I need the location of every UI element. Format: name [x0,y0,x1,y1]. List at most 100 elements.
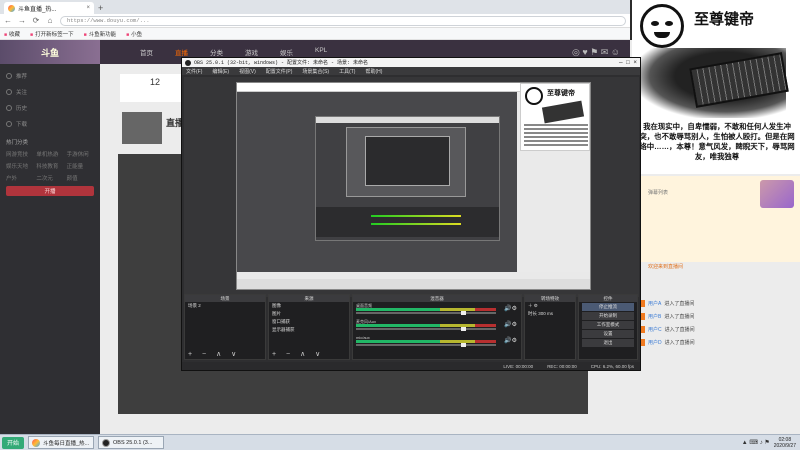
speaker-icon[interactable]: 🔊⚙ [504,305,517,312]
keyboard-icon [541,100,585,124]
sidebar-item-recommend[interactable]: 推荐 [6,68,94,84]
panda-face-icon [525,87,543,105]
chat-username[interactable]: 用户D [648,339,662,346]
system-tray: ▲ ⌨ ♪ ⚑ 02:08 2020/9/27 [742,437,800,449]
menu-file[interactable]: 文件(F) [186,68,202,75]
chat-system-message: 欢迎来到直播间 [648,264,684,270]
chat-username[interactable]: 用户B [648,313,661,320]
clock-date: 2020/9/27 [773,442,796,449]
clock[interactable]: 02:08 2020/9/27 [774,437,796,449]
nested-meter [371,223,461,225]
duration-label: 时长 [528,311,537,316]
start-broadcast-button[interactable]: 开播 [6,186,94,196]
category-link[interactable]: 科技教育 [36,162,63,170]
chat-message: 进入了直播间 [664,313,695,320]
source-item[interactable]: 图像 [269,302,349,310]
panda-face-icon [640,4,684,48]
room-thumbnail[interactable] [122,112,162,144]
nav-home[interactable]: 首页 [140,47,153,57]
room-count: 12 [150,77,161,87]
obs-icon [102,438,110,447]
category-link[interactable]: 户外 [6,174,33,182]
start-button[interactable]: 开始 [2,436,24,449]
transition-add[interactable]: ＋ ⚙ [525,302,575,310]
nav-entertainment[interactable]: 娱乐 [280,47,293,57]
obs-titlebar[interactable]: OBS 25.0.1 (32-bit, windows) - 配置文件: 未命名… [182,58,640,67]
sidebar-item-download[interactable]: 下载 [6,116,94,132]
meme-overlay: 至尊键帝 我在现实中，自卑懦弱，不敢和任何人发生冲突，也不敢辱骂别人，生怕被人殴… [632,0,800,174]
volume-slider[interactable] [356,327,496,331]
back-icon[interactable]: ← [4,16,12,25]
sources-dock: 来源 图像 图片 窗口捕获 显示器捕获 + − ∧ ∨ [268,294,350,360]
category-link[interactable]: 手游休闲 [67,150,94,158]
sidebar-item-history[interactable]: 历史 [6,100,94,116]
sidebar-item-follow[interactable]: 关注 [6,84,94,100]
header-icons[interactable]: ◎ ♥ ⚑ ✉ ☺ [572,47,630,58]
chat-username[interactable]: 用户A [648,300,661,307]
transition-duration[interactable]: 时长 300 ms [525,310,575,318]
cpu-fps: CPU: 6.2%, 60.00 fps [590,363,634,369]
close-tab-icon[interactable]: × [86,5,90,11]
menu-profile[interactable]: 配置文件(P) [266,68,293,75]
sidebar-section-title: 热门分类 [6,140,29,146]
tray-icons[interactable]: ▲ ⌨ ♪ ⚑ [742,439,770,446]
exit-button[interactable]: 退出 [582,339,634,347]
gift-badge[interactable] [760,180,794,208]
speaker-icon[interactable]: 🔊⚙ [504,321,517,328]
bookmark-item[interactable]: 小鱼 [126,30,142,38]
stop-streaming-button[interactable]: 停止推流 [582,303,634,311]
source-item[interactable]: 图片 [269,310,349,318]
volume-meter [356,324,496,327]
sidebar-item-label: 关注 [16,90,28,96]
address-bar-row: ← → ⟳ ⌂ https://www.douyu.com/... [0,14,630,28]
bookmark-item[interactable]: 打开新标签一下 [30,30,74,38]
start-recording-button[interactable]: 开始录制 [582,312,634,320]
chat-message: 进入了直播间 [664,339,695,346]
category-link[interactable]: 网游竞技 [6,150,33,158]
studio-mode-button[interactable]: 工作室模式 [582,321,634,329]
nav-games[interactable]: 游戏 [245,47,258,57]
category-link[interactable]: 单机热游 [36,150,63,158]
settings-button[interactable]: 设置 [582,330,634,338]
menu-help[interactable]: 帮助(H) [365,68,382,75]
obs-menubar: 文件(F) 编辑(E) 视图(V) 配置文件(P) 场景集合(S) 工具(T) … [182,67,640,75]
nav-category[interactable]: 分类 [210,47,223,57]
scene-controls[interactable]: + − ∧ ∨ [188,350,240,358]
reload-icon[interactable]: ⟳ [32,16,40,25]
browser-tab[interactable]: 斗鱼直播_热... × [4,2,94,14]
chat-username[interactable]: 用户C [648,326,662,333]
home-icon[interactable]: ⌂ [46,16,54,25]
browser-tabbar: 斗鱼直播_热... × + [0,0,630,14]
speaker-icon[interactable]: 🔊⚙ [504,337,517,344]
taskbar-item-obs[interactable]: OBS 25.0.1 (3... [98,436,164,449]
url-input[interactable]: https://www.douyu.com/... [60,15,626,26]
sidebar-item-label: 历史 [16,106,28,112]
bookmark-item[interactable]: 斗鱼新功能 [84,30,117,38]
menu-scene-collection[interactable]: 场景集合(S) [302,68,329,75]
source-controls[interactable]: + − ∧ ∨ [272,350,324,358]
scene-item[interactable]: 场景 2 [185,302,265,310]
taskbar: 开始 斗鱼每日直播_热... OBS 25.0.1 (3... ▲ ⌨ ♪ ⚑ … [0,434,800,450]
duration-value[interactable]: 300 ms [538,311,553,316]
category-link[interactable]: 娱乐天地 [6,162,33,170]
category-link[interactable]: 颜值 [67,174,94,182]
menu-edit[interactable]: 编辑(E) [212,68,229,75]
volume-slider[interactable] [356,343,496,347]
menu-tools[interactable]: 工具(T) [339,68,355,75]
site-logo[interactable]: 斗鱼 [0,40,100,64]
forward-icon[interactable]: → [18,16,26,25]
taskbar-item-browser[interactable]: 斗鱼每日直播_热... [28,436,94,449]
category-link[interactable]: 二次元 [36,174,63,182]
obs-preview[interactable]: 至尊键帝 ▲ [184,77,639,312]
nav-live[interactable]: 直播 [175,47,188,57]
source-item[interactable]: 窗口捕获 [269,318,349,326]
category-link[interactable]: 正能量 [67,162,94,170]
nav-kpl[interactable]: KPL [315,47,327,57]
capture-meme-text [524,124,588,148]
volume-slider[interactable] [356,311,496,315]
window-controls[interactable]: ─ □ × [619,59,637,66]
new-tab-button[interactable]: + [98,2,103,14]
source-item[interactable]: 显示器捕获 [269,326,349,334]
bookmark-item[interactable]: 收藏 [4,30,20,38]
menu-view[interactable]: 视图(V) [239,68,256,75]
